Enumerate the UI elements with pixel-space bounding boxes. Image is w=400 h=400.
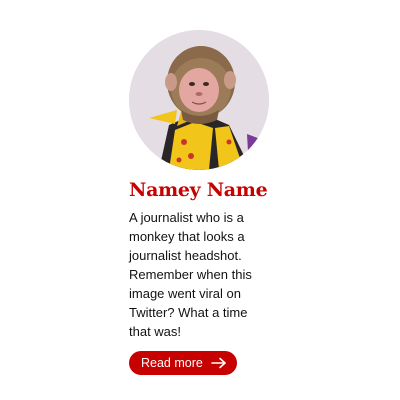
read-more-button[interactable]: Read more (129, 351, 237, 375)
page: Namey Name A journalist who is a monkey … (0, 0, 400, 400)
profile-card: Namey Name A journalist who is a monkey … (129, 30, 269, 375)
profile-name: Namey Name (129, 179, 268, 201)
read-more-label: Read more (141, 356, 203, 370)
avatar (129, 30, 269, 170)
profile-bio: A journalist who is a monkey that looks … (129, 210, 252, 339)
monkey-portrait (129, 30, 269, 170)
arrow-right-icon (211, 357, 226, 369)
